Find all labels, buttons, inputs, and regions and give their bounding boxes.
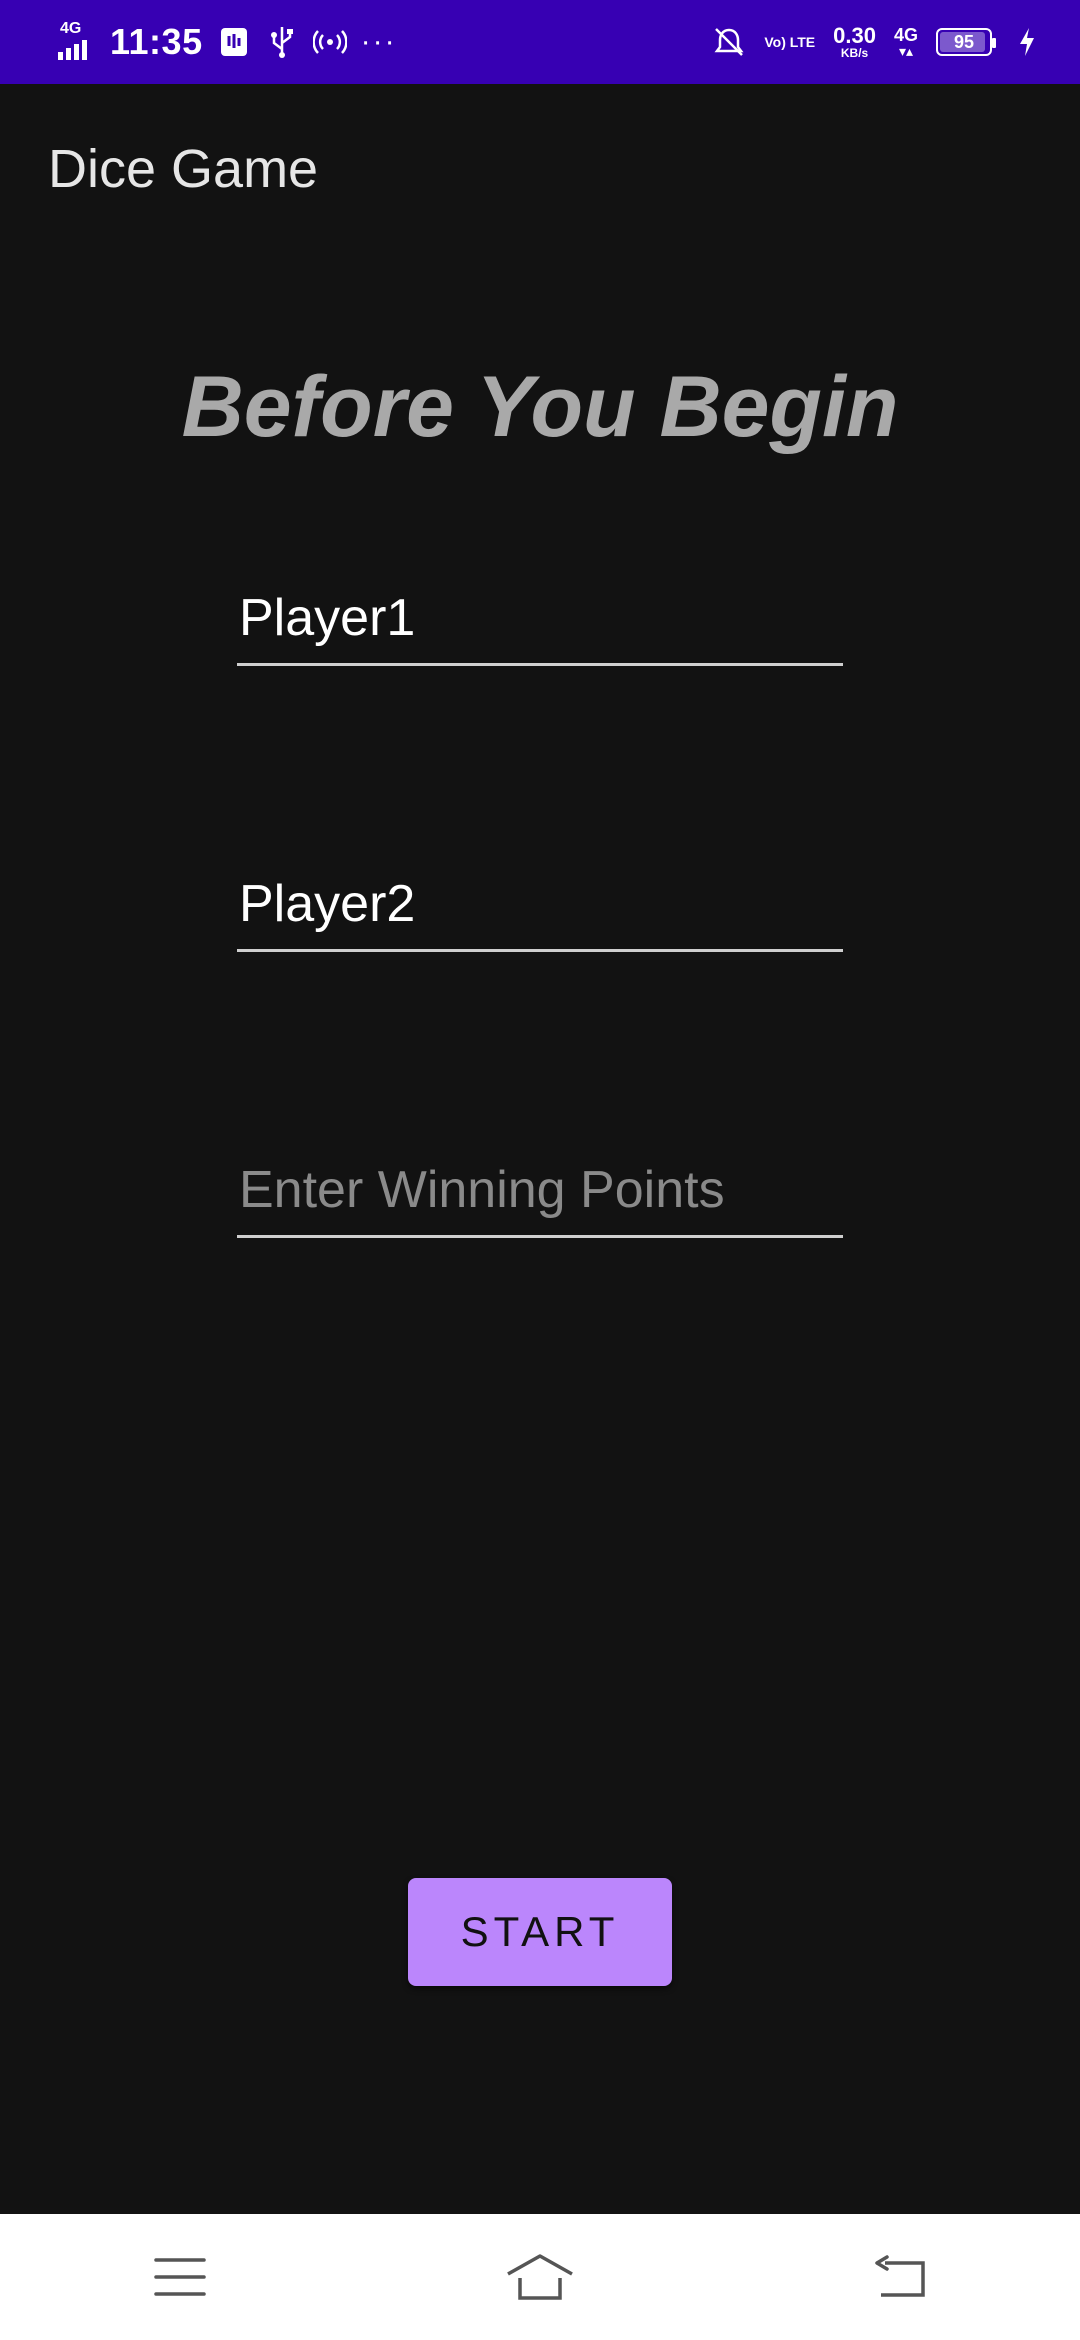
app-title: Dice Game xyxy=(48,139,319,199)
battery-level: 95 xyxy=(953,31,975,52)
player2-input[interactable] xyxy=(237,868,843,949)
winning-points-field[interactable] xyxy=(237,1154,843,1238)
network-tag-right: 4G xyxy=(893,25,918,45)
start-button[interactable]: START xyxy=(408,1878,672,1986)
battery-icon: 95 xyxy=(936,28,996,56)
home-icon[interactable] xyxy=(480,2227,600,2327)
signal-4g-icon: 4G xyxy=(56,20,96,62)
hotspot-icon xyxy=(312,25,347,59)
menu-icon[interactable] xyxy=(120,2227,240,2327)
network-tag: 4G xyxy=(60,20,82,37)
navigation-bar xyxy=(0,2214,1080,2340)
status-right: Vo) LTE 0.30 KB/s 4G ▾▴ 95 xyxy=(712,25,1044,59)
more-dots-icon: ··· xyxy=(360,25,397,58)
data-speed-icon: 0.30 KB/s xyxy=(833,23,876,60)
sim-card-icon xyxy=(217,25,251,59)
player2-field[interactable] xyxy=(237,868,843,952)
back-icon[interactable] xyxy=(840,2227,960,2327)
speed-unit: KB/s xyxy=(840,46,869,60)
speed-value: 0.30 xyxy=(833,23,876,48)
alarm-off-icon xyxy=(712,25,746,59)
volte-icon: Vo) LTE xyxy=(764,34,816,50)
charging-icon xyxy=(1010,25,1044,59)
winning-points-input[interactable] xyxy=(237,1154,843,1235)
status-left: 4G 11:35 ··· xyxy=(56,20,397,63)
page-heading: Before You Begin xyxy=(181,359,899,455)
signal-4g-icon: 4G ▾▴ xyxy=(893,25,918,59)
clock: 11:35 xyxy=(110,21,203,62)
usb-icon xyxy=(265,25,299,59)
status-bar: 4G 11:35 ··· Vo) LTE 0.30 KB/s 4G ▾▴ 95 xyxy=(0,0,1080,84)
player1-input[interactable] xyxy=(237,582,843,663)
player1-field[interactable] xyxy=(237,582,843,666)
